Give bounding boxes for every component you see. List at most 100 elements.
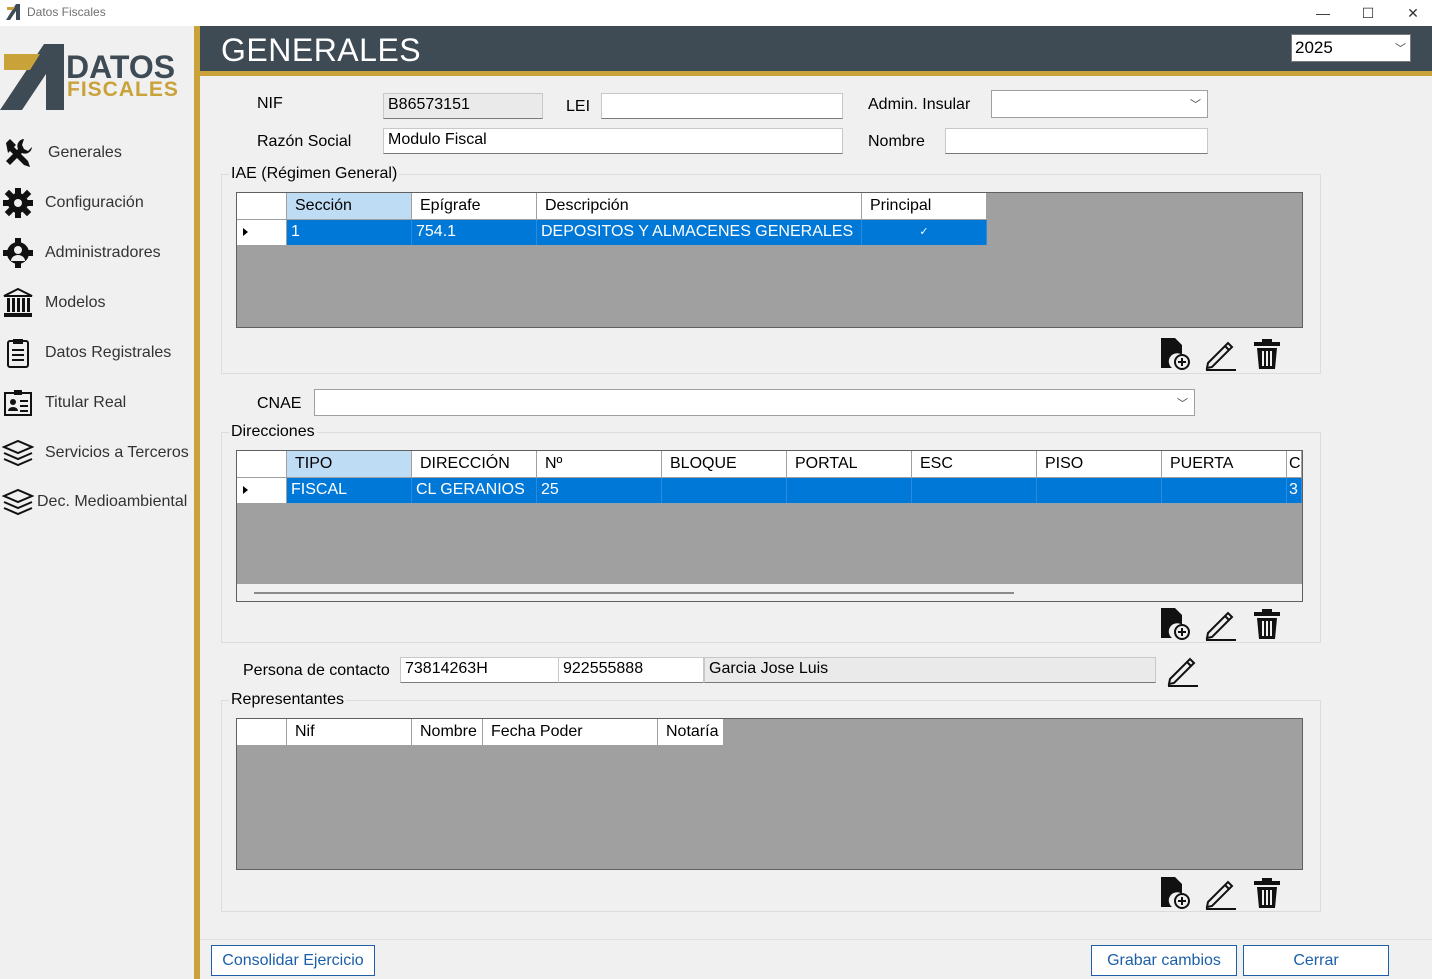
column-header-direccion[interactable]: DIRECCIÓN	[412, 451, 537, 478]
column-header-tipo[interactable]: TIPO	[287, 451, 412, 478]
add-document-icon[interactable]	[1158, 337, 1192, 371]
layers-icon	[0, 485, 36, 519]
sidebar-item-configuracion[interactable]: Configuración	[0, 183, 194, 223]
iae-grid[interactable]: Sección Epígrafe Descripción Principal 1…	[236, 192, 1303, 328]
column-header-piso[interactable]: PISO	[1037, 451, 1162, 478]
window-title: Datos Fiscales	[27, 5, 106, 19]
nif-field[interactable]: B86573151	[383, 93, 543, 119]
column-header-puerta[interactable]: PUERTA	[1162, 451, 1287, 478]
iae-grid-header: Sección Epígrafe Descripción Principal	[237, 193, 987, 220]
razon-social-field[interactable]: Modulo Fiscal	[383, 128, 843, 154]
trash-icon[interactable]	[1250, 607, 1284, 641]
year-select[interactable]: 2025 ﹀	[1291, 34, 1411, 62]
direcciones-grid[interactable]: TIPO DIRECCIÓN Nº BLOQUE PORTAL ESC PISO…	[236, 450, 1303, 602]
logo-text-fiscales: FISCALES	[67, 78, 179, 101]
iae-group-title: IAE (Régimen General)	[229, 165, 400, 183]
column-header-notaria[interactable]: Notaría	[658, 719, 724, 746]
cnae-select[interactable]: ﹀	[314, 389, 1195, 416]
close-window-button[interactable]: ✕	[1390, 0, 1432, 26]
table-row[interactable]: FISCAL CL GERANIOS 25 3	[237, 478, 1302, 503]
cerrar-button[interactable]: Cerrar	[1243, 945, 1389, 976]
contacto-nombre-field[interactable]: Garcia Jose Luis	[704, 657, 1156, 683]
table-row[interactable]: 1 754.1 DEPOSITOS Y ALMACENES GENERALES …	[237, 220, 987, 245]
sidebar-item-titular-real[interactable]: Titular Real	[0, 383, 194, 423]
column-header-cp[interactable]: C	[1287, 451, 1302, 478]
maximize-button[interactable]: ☐	[1345, 0, 1391, 26]
scrollbar-thumb[interactable]	[254, 592, 1014, 594]
cell-principal-checkbox[interactable]: ✓	[862, 220, 987, 245]
edit-pencil-icon[interactable]	[1204, 607, 1238, 641]
nombre-field[interactable]	[945, 128, 1208, 154]
add-document-icon[interactable]	[1158, 876, 1192, 910]
column-header-nombre[interactable]: Nombre	[412, 719, 483, 746]
representantes-group-title: Representantes	[229, 691, 346, 709]
row-pointer-icon	[243, 486, 248, 494]
row-header-corner	[237, 193, 287, 220]
chevron-down-icon: ﹀	[1177, 398, 1188, 410]
contacto-telefono-field[interactable]: 922555888	[558, 657, 704, 683]
row-header[interactable]	[237, 478, 287, 503]
sidebar-item-datos-registrales[interactable]: Datos Registrales	[0, 333, 194, 373]
trash-icon[interactable]	[1250, 337, 1284, 371]
sidebar-item-label: Modelos	[45, 294, 106, 311]
cell-puerta[interactable]	[1162, 478, 1287, 503]
cell-cp[interactable]: 3	[1287, 478, 1302, 503]
id-card-icon	[0, 386, 36, 420]
cell-direccion[interactable]: CL GERANIOS	[412, 478, 537, 503]
consolidar-ejercicio-button[interactable]: Consolidar Ejercicio	[211, 945, 375, 976]
column-header-portal[interactable]: PORTAL	[787, 451, 912, 478]
cell-portal[interactable]	[787, 478, 912, 503]
sidebar-item-label: Titular Real	[45, 394, 127, 411]
column-header-principal[interactable]: Principal	[862, 193, 987, 220]
sidebar-item-servicios-terceros[interactable]: Servicios a Terceros	[0, 433, 194, 473]
column-header-nif[interactable]: Nif	[287, 719, 412, 746]
trash-icon[interactable]	[1250, 876, 1284, 910]
column-header-fecha-poder[interactable]: Fecha Poder	[483, 719, 658, 746]
persona-contacto-label: Persona de contacto	[243, 662, 390, 679]
sidebar-item-generales[interactable]: Generales	[0, 133, 194, 173]
add-document-icon[interactable]	[1158, 607, 1192, 641]
cell-esc[interactable]	[912, 478, 1037, 503]
column-header-epigrafe[interactable]: Epígrafe	[412, 193, 537, 220]
window-titlebar	[0, 0, 1432, 26]
admin-gear-icon	[0, 236, 36, 270]
edit-pencil-icon[interactable]	[1166, 653, 1200, 687]
chevron-down-icon: ﹀	[1395, 43, 1406, 55]
lei-label: LEI	[566, 98, 591, 115]
app-logo-icon	[6, 4, 20, 20]
column-header-bloque[interactable]: BLOQUE	[662, 451, 787, 478]
bank-icon	[0, 286, 36, 320]
minimize-button[interactable]: —	[1300, 0, 1346, 26]
cell-tipo[interactable]: FISCAL	[287, 478, 412, 503]
sidebar-item-label: Administradores	[45, 244, 161, 261]
cell-seccion[interactable]: 1	[287, 220, 412, 245]
edit-pencil-icon[interactable]	[1204, 876, 1238, 910]
column-header-descripcion[interactable]: Descripción	[537, 193, 862, 220]
gear-icon	[0, 186, 36, 220]
cell-piso[interactable]	[1037, 478, 1162, 503]
contacto-nif-field[interactable]: 73814263H	[400, 657, 560, 683]
lei-field[interactable]	[601, 93, 843, 119]
page-title: GENERALES	[221, 32, 422, 68]
edit-pencil-icon[interactable]	[1204, 337, 1238, 371]
layers-icon	[0, 436, 36, 470]
horizontal-scrollbar[interactable]	[237, 584, 1302, 601]
cell-numero[interactable]: 25	[537, 478, 662, 503]
sidebar-item-label: Dec. Medioambiental	[37, 493, 188, 510]
column-header-seccion[interactable]: Sección	[287, 193, 412, 220]
row-header-corner	[237, 451, 287, 478]
representantes-grid[interactable]: Nif Nombre Fecha Poder Notaría	[236, 718, 1303, 870]
admin-insular-select[interactable]: ﹀	[991, 90, 1208, 118]
clipboard-icon	[0, 336, 36, 370]
sidebar-item-modelos[interactable]: Modelos	[0, 283, 194, 323]
column-header-esc[interactable]: ESC	[912, 451, 1037, 478]
cell-bloque[interactable]	[662, 478, 787, 503]
cell-descripcion[interactable]: DEPOSITOS Y ALMACENES GENERALES	[537, 220, 862, 245]
representantes-grid-header: Nif Nombre Fecha Poder Notaría	[237, 719, 724, 746]
sidebar-item-administradores[interactable]: Administradores	[0, 233, 194, 273]
cell-epigrafe[interactable]: 754.1	[412, 220, 537, 245]
column-header-numero[interactable]: Nº	[537, 451, 662, 478]
row-header[interactable]	[237, 220, 287, 245]
sidebar-item-dec-medioambiental[interactable]: Dec. Medioambiental	[0, 482, 194, 522]
grabar-cambios-button[interactable]: Grabar cambios	[1091, 945, 1237, 976]
